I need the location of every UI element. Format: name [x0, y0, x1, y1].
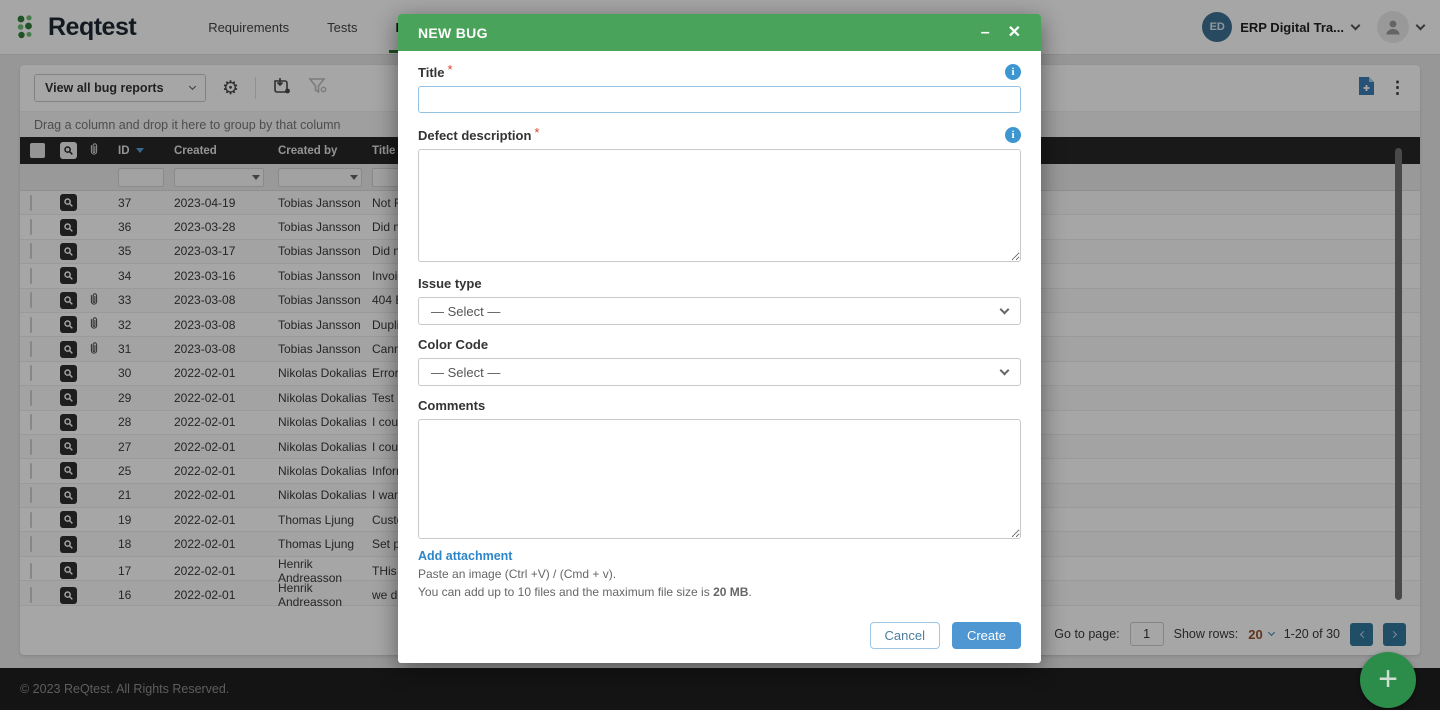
title-field-label: Title — [418, 65, 445, 80]
add-attachment-link[interactable]: Add attachment — [418, 549, 512, 563]
defect-description-info-icon[interactable]: i — [1005, 127, 1021, 143]
close-icon[interactable]: ✕ — [1008, 25, 1021, 41]
new-bug-fab-button[interactable]: + — [1360, 652, 1416, 708]
create-button[interactable]: Create — [952, 622, 1021, 649]
modal-title: NEW BUG — [418, 25, 488, 41]
title-input[interactable] — [418, 86, 1021, 113]
color-code-select[interactable]: — Select — — [418, 358, 1021, 386]
max-file-size: 20 MB — [713, 585, 748, 599]
defect-description-label: Defect description — [418, 128, 531, 143]
minimize-icon[interactable]: – — [981, 25, 990, 41]
comments-textarea[interactable] — [418, 419, 1021, 539]
app-window: Reqtest Requirements Tests Bugs Agile Bo… — [0, 0, 1440, 710]
comments-label: Comments — [418, 398, 485, 413]
color-code-value: — Select — — [431, 365, 500, 380]
issue-type-label: Issue type — [418, 276, 482, 291]
color-code-label: Color Code — [418, 337, 488, 352]
new-bug-modal: NEW BUG – ✕ Title * i Defect description… — [398, 14, 1041, 663]
defect-description-textarea[interactable] — [418, 149, 1021, 262]
color-code-chevron-down-icon — [1000, 365, 1010, 375]
required-asterisk: * — [534, 125, 539, 140]
paste-image-hint: Paste an image (Ctrl +V) / (Cmd + v). — [418, 567, 1021, 581]
plus-icon: + — [1378, 662, 1398, 696]
modal-footer: Cancel Create — [418, 612, 1021, 649]
file-limit-hint: You can add up to 10 files and the maxim… — [418, 585, 1021, 599]
issue-type-value: — Select — — [431, 304, 500, 319]
cancel-button[interactable]: Cancel — [870, 622, 940, 649]
issue-type-chevron-down-icon — [1000, 304, 1010, 314]
title-info-icon[interactable]: i — [1005, 64, 1021, 80]
modal-body: Title * i Defect description * i Issue t… — [398, 51, 1041, 663]
required-asterisk: * — [448, 62, 453, 77]
issue-type-select[interactable]: — Select — — [418, 297, 1021, 325]
modal-header: NEW BUG – ✕ — [398, 14, 1041, 51]
